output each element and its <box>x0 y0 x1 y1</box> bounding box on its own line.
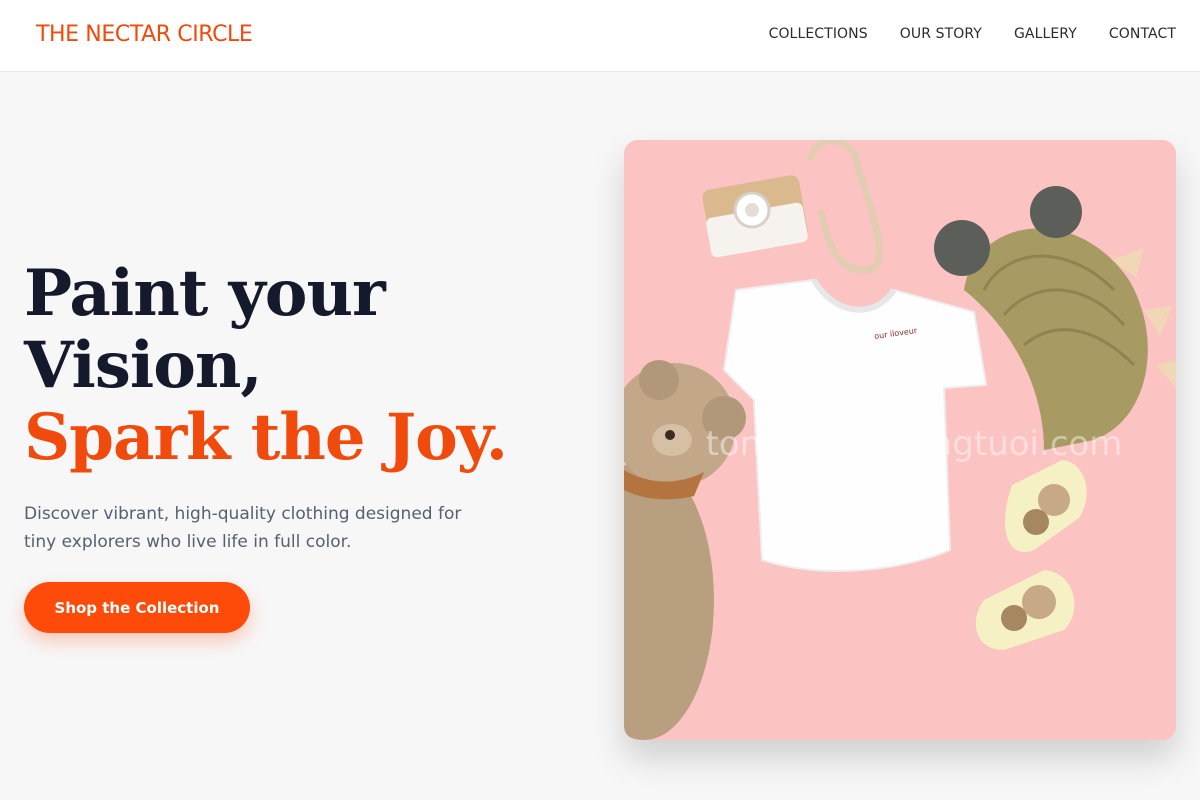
nav-link-contact[interactable]: CONTACT <box>1109 26 1176 42</box>
hero-title-line-2: Vision, <box>24 328 263 403</box>
hero-product-image: our iloveur tonnyhunhaongtuoi.com <box>624 140 1176 740</box>
nav-link-gallery[interactable]: GALLERY <box>1014 26 1077 42</box>
hero-title-line-1: Paint your <box>24 256 386 331</box>
hero-title: Paint your Vision, Spark the Joy. <box>24 256 508 475</box>
main-nav: COLLECTIONS OUR STORY GALLERY CONTACT <box>769 26 1176 42</box>
hero-subtitle: Discover vibrant, high-quality clothing … <box>24 504 462 552</box>
nav-link-collections[interactable]: COLLECTIONS <box>769 26 868 42</box>
site-header: THE NECTAR CIRCLE COLLECTIONS OUR STORY … <box>0 0 1200 72</box>
image-watermark: tonnyhunhaongtuoi.com <box>706 424 1123 464</box>
brand-logo[interactable]: THE NECTAR CIRCLE <box>36 22 253 47</box>
flatlay-illustration: our iloveur tonnyhunhaongtuoi.com <box>624 140 1176 740</box>
hero-title-accent: Spark the Joy. <box>24 400 508 475</box>
nav-link-our-story[interactable]: OUR STORY <box>900 26 982 42</box>
shop-collection-button[interactable]: Shop the Collection <box>24 582 250 633</box>
